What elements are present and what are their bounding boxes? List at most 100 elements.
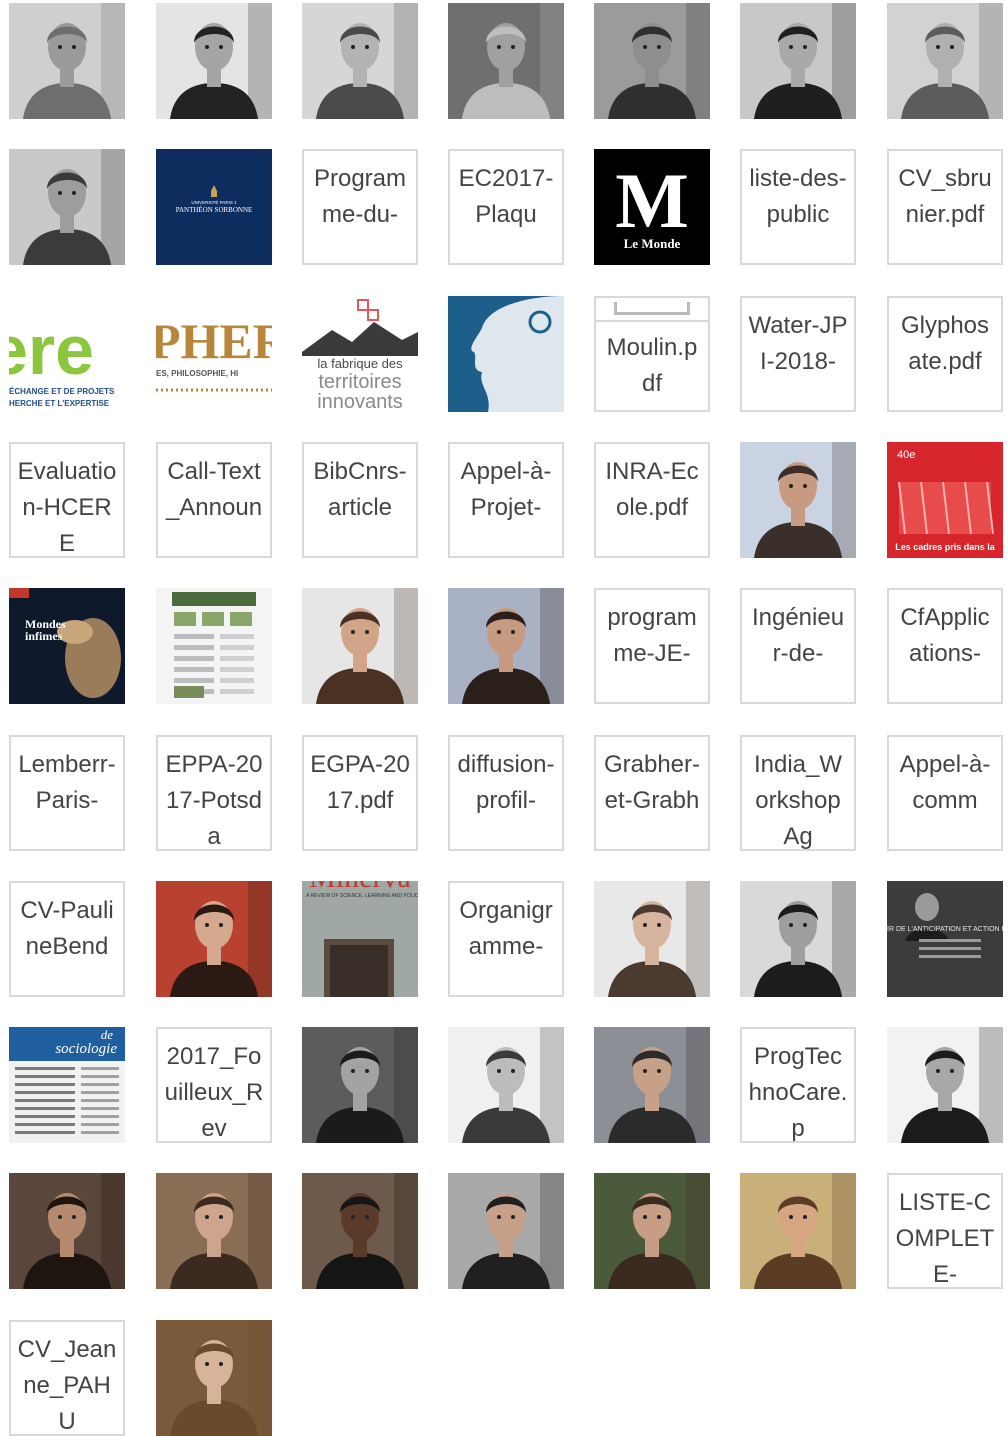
portrait-woman-glasses-image bbox=[302, 3, 418, 119]
file-tile[interactable]: CV_sbrunier.pdf bbox=[887, 149, 1003, 265]
portrait-man-beard-dark-thumbnail[interactable] bbox=[740, 3, 856, 119]
file-tile[interactable]: ProgTechnoCare.p bbox=[740, 1027, 856, 1143]
svg-text:HERCHE ET L'EXPERTISE: HERCHE ET L'EXPERTISE bbox=[9, 399, 110, 408]
file-name: Lemberr-Paris- bbox=[18, 751, 116, 814]
portrait-woman-curly-thumbnail[interactable] bbox=[9, 1173, 125, 1289]
book-cover-mondes-infimes-thumbnail[interactable]: Mondes infimes bbox=[9, 588, 125, 704]
svg-text:ere: ere bbox=[9, 311, 94, 389]
svg-text:M: M bbox=[615, 157, 689, 244]
portrait-man-curly-glasses-image bbox=[9, 3, 125, 119]
file-tile[interactable]: CV_Jeanne_PAHU bbox=[9, 1320, 125, 1436]
file-tile[interactable]: Evaluation-HCERE bbox=[9, 442, 125, 558]
portrait-woman-library-image bbox=[156, 1320, 272, 1436]
book-cover-anticipation-thumbnail[interactable]: IR DE L'ANTICIPATION ET ACTION PUBLIQUE bbox=[887, 881, 1003, 997]
pantheon-sorbonne-logo-thumbnail[interactable]: UNIVERSITÉ PARIS 1 PANTHÉON SORBONNE bbox=[156, 149, 272, 265]
file-tile[interactable]: Appel-à-comm bbox=[887, 735, 1003, 851]
portrait-woman-library-thumbnail[interactable] bbox=[156, 1320, 272, 1436]
portrait-man-bald-beard-thumbnail[interactable] bbox=[156, 3, 272, 119]
file-tile[interactable]: diffusion-profil- bbox=[448, 735, 564, 851]
portrait-older-woman-thumbnail[interactable] bbox=[448, 3, 564, 119]
svg-text:Le Monde: Le Monde bbox=[624, 236, 681, 251]
file-name: programme-JE- bbox=[607, 604, 697, 667]
file-tile[interactable]: CfApplications- bbox=[887, 588, 1003, 704]
document-icon bbox=[596, 298, 708, 322]
file-tile[interactable]: Appel-à-Projet- bbox=[448, 442, 564, 558]
fabrique-territoires-logo-thumbnail[interactable]: la fabrique des territoires innovants bbox=[302, 296, 418, 412]
revue-sociologie-cover-thumbnail[interactable]: de sociologie bbox=[9, 1027, 125, 1143]
file-tile[interactable]: Organigramme- bbox=[448, 881, 564, 997]
file-tile[interactable]: BibCnrs-article bbox=[302, 442, 418, 558]
portrait-man-sweater-image bbox=[887, 1027, 1003, 1143]
file-tile[interactable]: Grabher-et-Grabh bbox=[594, 735, 710, 851]
file-tile[interactable]: Moulin.pdf bbox=[594, 296, 710, 412]
file-tile[interactable]: Call-Text_Announ bbox=[156, 442, 272, 558]
portrait-man-office-thumbnail[interactable] bbox=[448, 1173, 564, 1289]
portrait-man-sweater-thumbnail[interactable] bbox=[887, 1027, 1003, 1143]
svg-text:PHER: PHER bbox=[156, 313, 272, 369]
file-name: 2017_Fouilleux_Rev bbox=[164, 1043, 264, 1142]
file-tile[interactable]: programme-JE- bbox=[594, 588, 710, 704]
file-tile[interactable]: liste-des-public bbox=[740, 149, 856, 265]
ere-logo-thumbnail[interactable]: ereÉCHANGE ET DE PROJETS HERCHE ET L'EXPE… bbox=[9, 296, 125, 412]
file-tile[interactable]: Programme-du- bbox=[302, 149, 418, 265]
portrait-man-curly-glasses-thumbnail[interactable] bbox=[9, 3, 125, 119]
file-tile[interactable]: Glyphosate.pdf bbox=[887, 296, 1003, 412]
portrait-man-speaking-image bbox=[594, 1027, 710, 1143]
svg-text:IR DE L'ANTICIPATION ET ACTION: IR DE L'ANTICIPATION ET ACTION PUBLIQUE bbox=[887, 926, 1003, 933]
portrait-woman-glasses-thumbnail[interactable] bbox=[302, 3, 418, 119]
portrait-man-black-white-thumbnail[interactable] bbox=[740, 881, 856, 997]
file-name: EPPA-2017-Potsda bbox=[165, 751, 263, 850]
file-name: Appel-à-Projet- bbox=[460, 458, 552, 521]
file-name: Appel-à-comm bbox=[899, 751, 991, 814]
portrait-man-dark-hair-thumbnail[interactable] bbox=[448, 588, 564, 704]
file-tile[interactable]: EGPA-2017.pdf bbox=[302, 735, 418, 851]
file-tile[interactable]: INRA-Ecole.pdf bbox=[594, 442, 710, 558]
portrait-man-office-image bbox=[448, 1173, 564, 1289]
portrait-man-glasses-bw-thumbnail[interactable] bbox=[302, 1027, 418, 1143]
magazine-cover-red-thumbnail[interactable]: 40e Les cadres pris dans la bbox=[887, 442, 1003, 558]
portrait-man-glasses-bw-image bbox=[302, 1027, 418, 1143]
minerva-journal-cover-thumbnail[interactable]: MinervaA REVIEW OF SCIENCE, LEARNING AND… bbox=[302, 881, 418, 997]
file-name: diffusion-profil- bbox=[457, 751, 555, 814]
portrait-woman-glasses-smiling-image bbox=[594, 881, 710, 997]
file-tile[interactable]: Lemberr-Paris- bbox=[9, 735, 125, 851]
svg-text:territoires: territoires bbox=[318, 371, 401, 393]
file-name: Evaluation-HCERE bbox=[17, 458, 117, 557]
portrait-woman-bookshelf-thumbnail[interactable] bbox=[156, 881, 272, 997]
website-screenshot-thumbnail[interactable] bbox=[156, 588, 272, 704]
pher-logo-thumbnail[interactable]: PHER ES, PHILOSOPHIE, HI bbox=[156, 296, 272, 412]
file-name: Ingénieur-de- bbox=[751, 604, 845, 667]
portrait-man-smiling-thumbnail[interactable] bbox=[594, 1173, 710, 1289]
portrait-man-curly-hair-image bbox=[887, 3, 1003, 119]
portrait-man-bookshelf-image bbox=[156, 1173, 272, 1289]
blue-head-illustration-thumbnail[interactable] bbox=[448, 296, 564, 412]
portrait-man-black-white-image bbox=[740, 881, 856, 997]
portrait-man-glasses-light-image bbox=[448, 1027, 564, 1143]
file-tile[interactable]: EPPA-2017-Potsda bbox=[156, 735, 272, 851]
blue-head-illustration-image bbox=[448, 296, 564, 412]
file-tile[interactable]: Water-JPI-2018- bbox=[740, 296, 856, 412]
file-tile[interactable]: EC2017-Plaqu bbox=[448, 149, 564, 265]
portrait-woman-curly-image bbox=[9, 1173, 125, 1289]
svg-text:Les cadres pris dans la: Les cadres pris dans la bbox=[895, 542, 996, 552]
portrait-woman-glasses-smiling-thumbnail[interactable] bbox=[594, 881, 710, 997]
file-tile[interactable]: Ingénieur-de- bbox=[740, 588, 856, 704]
portrait-man-curly-hair-thumbnail[interactable] bbox=[887, 3, 1003, 119]
file-tile[interactable]: CV-PaulineBend bbox=[9, 881, 125, 997]
portrait-man-suit-thumbnail[interactable] bbox=[302, 1173, 418, 1289]
portrait-man-speaking-thumbnail[interactable] bbox=[594, 1027, 710, 1143]
portrait-man-glasses-light-thumbnail[interactable] bbox=[448, 1027, 564, 1143]
portrait-man-bookshelf-thumbnail[interactable] bbox=[156, 1173, 272, 1289]
portrait-young-man-thumbnail[interactable] bbox=[302, 588, 418, 704]
svg-text:innovants: innovants bbox=[317, 391, 403, 412]
portrait-man-id-photo-thumbnail[interactable] bbox=[740, 442, 856, 558]
le-monde-logo-thumbnail[interactable]: M Le Monde bbox=[594, 149, 710, 265]
media-grid: UNIVERSITÉ PARIS 1 PANTHÉON SORBONNE Progr… bbox=[0, 0, 1008, 1436]
portrait-man-beard-white-shirt-image bbox=[9, 149, 125, 265]
portrait-man-glasses-thumbnail[interactable] bbox=[594, 3, 710, 119]
portrait-woman-glasses-outdoor-thumbnail[interactable] bbox=[740, 1173, 856, 1289]
file-tile[interactable]: India_WorkshopAg bbox=[740, 735, 856, 851]
file-tile[interactable]: 2017_Fouilleux_Rev bbox=[156, 1027, 272, 1143]
file-tile[interactable]: LISTE-COMPLETE- bbox=[887, 1173, 1003, 1289]
portrait-man-beard-white-shirt-thumbnail[interactable] bbox=[9, 149, 125, 265]
